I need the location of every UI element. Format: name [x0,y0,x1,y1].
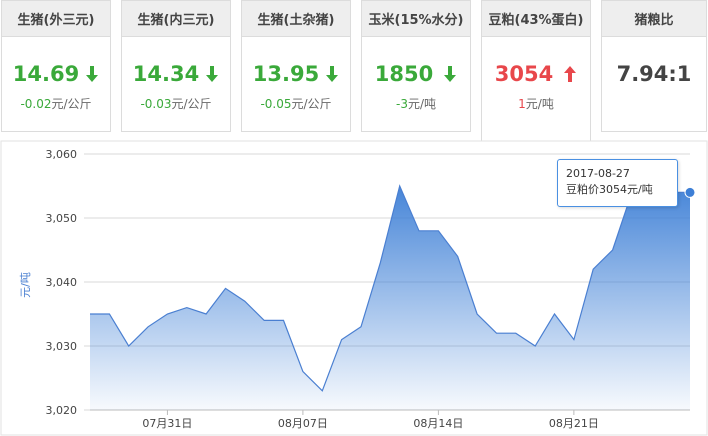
price-value: 3054 [494,62,554,86]
change-value: -0.02 [20,97,52,111]
card-price: 1850 [362,61,470,87]
card-change: -0.03元/公斤 [122,95,230,112]
change-unit: 元/吨 [525,97,554,111]
y-tick-label: 3,030 [46,340,78,353]
card-title: 生猪(内三元) [122,1,230,37]
price-cards: 生猪(外三元) 14.69 -0.02元/公斤 生猪(内三元) 14.34 -0… [0,0,708,141]
x-tick-label: 07月31日 [142,417,192,430]
price-value: 7.94:1 [616,62,692,86]
change-unit: 元/吨 [407,97,436,111]
price-value: 14.69 [12,62,80,86]
card-pig-grain-ratio[interactable]: 猪粮比 7.94:1 [601,0,707,132]
y-tick-label: 3,040 [46,276,78,289]
arrow-up-icon [564,66,577,82]
x-tick-label: 08月14日 [413,417,463,430]
x-tick-label: 08月21日 [549,417,599,430]
tooltip-text: 豆粕价3054元/吨 [566,183,653,196]
y-tick-label: 3,060 [46,148,78,161]
card-pig-local[interactable]: 生猪(土杂猪) 13.95 -0.05元/公斤 [241,0,351,132]
highlighted-data-point[interactable] [684,186,696,198]
change-value: 1 [518,97,526,111]
x-tick-label: 08月07日 [278,417,328,430]
card-title: 生猪(土杂猪) [242,1,350,37]
price-value: 13.95 [252,62,320,86]
card-title: 豆粕(43%蛋白) [482,1,590,37]
card-title: 玉米(15%水分) [362,1,470,37]
card-change: -0.05元/公斤 [242,95,350,112]
change-unit: 元/公斤 [51,97,92,111]
price-value: 14.34 [132,62,200,86]
card-soymeal[interactable]: 豆粕(43%蛋白) 3054 1元/吨 [481,0,591,141]
card-corn[interactable]: 玉米(15%水分) 1850 -3元/吨 [361,0,471,132]
y-tick-label: 3,020 [46,404,78,417]
arrow-down-icon [206,66,219,82]
card-title: 猪粮比 [602,1,706,37]
card-pig-inner[interactable]: 生猪(内三元) 14.34 -0.03元/公斤 [121,0,231,132]
change-value: -0.03 [140,97,172,111]
arrow-down-icon [86,66,99,82]
tooltip-date: 2017-08-27 [566,167,630,180]
card-price: 13.95 [242,61,350,87]
arrow-down-icon [444,66,457,82]
card-change: 1元/吨 [482,95,590,112]
area-fill [90,186,690,410]
card-price: 3054 [482,61,590,87]
price-value: 1850 [374,62,434,86]
card-change: -3元/吨 [362,95,470,112]
card-title: 生猪(外三元) [2,1,110,37]
arrow-down-icon [326,66,339,82]
card-price: 14.69 [2,61,110,87]
card-price: 14.34 [122,61,230,87]
y-tick-label: 3,050 [46,212,78,225]
change-unit: 元/公斤 [291,97,332,111]
card-pig-outer[interactable]: 生猪(外三元) 14.69 -0.02元/公斤 [1,0,111,132]
chart-tooltip: 2017-08-27 豆粕价3054元/吨 [557,159,678,207]
change-value: -3 [395,97,408,111]
change-unit: 元/公斤 [171,97,212,111]
y-axis-label: 元/吨 [19,272,32,298]
card-price: 7.94:1 [602,61,706,87]
card-change: -0.02元/公斤 [2,95,110,112]
change-value: -0.05 [260,97,292,111]
